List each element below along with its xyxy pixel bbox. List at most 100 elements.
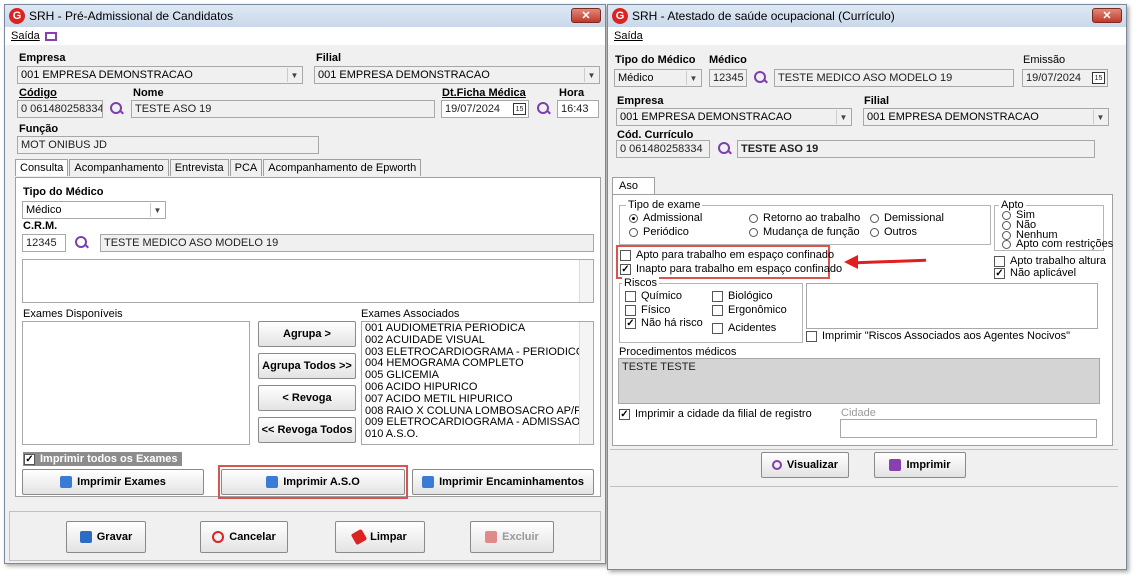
list-item[interactable]: 010 A.S.O. — [365, 428, 590, 441]
empresa-value: 001 EMPRESA DEMONSTRACAO — [620, 111, 792, 123]
revoga-button[interactable]: < Revoga — [258, 385, 356, 411]
calendar-icon[interactable]: 15 — [1092, 72, 1105, 84]
floppy-disk-icon — [79, 531, 92, 543]
window-title: SRH - Atestado de saúde ocupacional (Cur… — [632, 9, 895, 23]
menu-saida[interactable]: Saída — [614, 30, 643, 42]
close-button[interactable]: ✕ — [1092, 8, 1122, 23]
tab-epworth[interactable]: Acompanhamento de Epworth — [263, 159, 422, 176]
title-bar: G SRH - Pré-Admissional de Candidatos ✕ — [5, 5, 605, 27]
fisico-checkbox[interactable]: Físico — [625, 304, 670, 316]
biologico-checkbox[interactable]: Biológico — [712, 290, 773, 302]
search-icon[interactable] — [754, 71, 768, 85]
riscos-textarea[interactable] — [806, 283, 1098, 329]
agrupa-button[interactable]: Agrupa > — [258, 321, 356, 347]
imprimir-todos-checkbox[interactable]: ✓ Imprimir todos os Exames — [23, 452, 182, 466]
srh-logo-icon: G — [9, 8, 25, 24]
search-icon[interactable] — [718, 142, 732, 156]
hora-field[interactable]: 16:43 — [557, 100, 599, 118]
imprimir-aso-button[interactable]: Imprimir A.S.O — [221, 469, 405, 495]
apto-altura-checkbox[interactable]: Apto trabalho altura — [994, 255, 1106, 267]
search-icon[interactable] — [537, 102, 551, 116]
excluir-button[interactable]: Excluir — [470, 521, 554, 553]
limpar-button[interactable]: Limpar — [335, 521, 425, 553]
apto-confinado-checkbox[interactable]: Apto para trabalho em espaço confinado — [620, 249, 834, 261]
filial-select[interactable]: 001 EMPRESA DEMONSTRACAO ▼ — [863, 108, 1109, 126]
imprimir-encaminhamentos-button[interactable]: Imprimir Encaminhamentos — [412, 469, 594, 495]
crm-field[interactable]: 12345 — [22, 234, 66, 252]
dtficha-field[interactable]: 19/07/2024 15 — [441, 100, 529, 118]
radio-retorno[interactable]: Retorno ao trabalho — [749, 212, 860, 224]
radio-demissional[interactable]: Demissional — [870, 212, 944, 224]
tab-entrevista[interactable]: Entrevista — [169, 159, 229, 176]
revoga-todos-button[interactable]: << Revoga Todos — [258, 417, 356, 443]
procedimentos-label: Procedimentos médicos — [619, 346, 737, 358]
calendar-icon[interactable]: 15 — [513, 103, 526, 115]
list-item[interactable]: 007 ACIDO METIL HIPURICO — [365, 393, 590, 406]
exames-disponiveis-list[interactable] — [22, 321, 250, 445]
chevron-down-icon: ▼ — [287, 68, 301, 82]
empresa-select[interactable]: 001 EMPRESA DEMONSTRACAO ▼ — [616, 108, 852, 126]
chevron-down-icon: ▼ — [1093, 110, 1107, 124]
nao-ha-risco-checkbox[interactable]: ✓ Não há risco — [625, 317, 703, 329]
imprimir-todos-label: Imprimir todos os Exames — [40, 453, 178, 465]
tab-acompanhamento[interactable]: Acompanhamento — [69, 159, 169, 176]
tab-aso[interactable]: Aso — [612, 177, 655, 194]
visualizar-button[interactable]: Visualizar — [761, 452, 849, 478]
checkbox-icon — [994, 255, 1005, 267]
codigo-field[interactable]: 0 061480258334 — [17, 100, 103, 118]
search-icon[interactable] — [75, 236, 89, 250]
gravar-label: Gravar — [96, 531, 133, 543]
imprimir-cidade-checkbox[interactable]: ✓ Imprimir a cidade da filial de registro — [619, 408, 812, 420]
imprimir-button[interactable]: Imprimir — [874, 452, 966, 478]
radio-admissional[interactable]: Admissional — [629, 212, 702, 224]
menu-saida[interactable]: Saída — [11, 30, 40, 42]
nao-aplicavel-checkbox[interactable]: ✓ Não aplicável — [994, 267, 1076, 279]
acidentes-checkbox[interactable]: Acidentes — [712, 322, 776, 334]
cancelar-button[interactable]: Cancelar — [200, 521, 288, 553]
search-icon[interactable] — [110, 102, 124, 116]
list-item[interactable]: 002 ACUIDADE VISUAL — [365, 334, 590, 347]
apto-confinado-label: Apto para trabalho em espaço confinado — [636, 249, 835, 261]
imprimir-exames-button[interactable]: Imprimir Exames — [22, 469, 204, 495]
tipo-medico-select[interactable]: Médico ▼ — [614, 69, 702, 87]
check-icon: ✓ — [620, 263, 631, 275]
fisico-label: Físico — [641, 304, 671, 316]
scrollbar[interactable] — [579, 260, 593, 302]
nome-field[interactable]: TESTE ASO 19 — [131, 100, 435, 118]
close-button[interactable]: ✕ — [571, 8, 601, 23]
check-icon: ✓ — [994, 267, 1005, 279]
gravar-button[interactable]: Gravar — [66, 521, 146, 553]
quimico-checkbox[interactable]: Químico — [625, 290, 682, 302]
emissao-field[interactable]: 19/07/2024 15 — [1022, 69, 1108, 87]
imprimir-riscos-checkbox[interactable]: Imprimir "Riscos Associados aos Agentes … — [806, 330, 1070, 342]
cancel-icon — [212, 531, 225, 543]
radio-apto-restricoes[interactable]: Apto com restrições — [1002, 239, 1113, 250]
tab-consulta[interactable]: Consulta — [15, 159, 69, 176]
tipo-medico-select[interactable]: Médico ▼ — [22, 201, 166, 219]
filial-select[interactable]: 001 EMPRESA DEMONSTRACAO ▼ — [314, 66, 600, 84]
checkbox-icon — [712, 304, 723, 316]
radio-outros[interactable]: Outros — [870, 226, 917, 238]
ergonomico-checkbox[interactable]: Ergonômico — [712, 304, 787, 316]
radio-periodico-label: Periódico — [643, 226, 689, 238]
tipo-medico-value: Médico — [26, 204, 62, 216]
crm-field[interactable]: 12345 — [709, 69, 747, 87]
empresa-select[interactable]: 001 EMPRESA DEMONSTRACAO ▼ — [17, 66, 303, 84]
list-item[interactable]: 006 ACIDO HIPURICO — [365, 381, 590, 394]
exames-associados-list[interactable]: 001 AUDIOMETRIA PERIODICA 002 ACUIDADE V… — [361, 321, 594, 445]
scrollbar[interactable] — [579, 322, 593, 444]
cidade-field[interactable] — [840, 419, 1097, 438]
cod-curriculo-field[interactable]: 0 061480258334 — [616, 140, 710, 158]
monitor-icon[interactable] — [44, 31, 57, 41]
tab-bar: Consulta Acompanhamento Entrevista PCA A… — [15, 159, 422, 176]
filial-value: 001 EMPRESA DEMONSTRACAO — [318, 69, 490, 81]
inapto-confinado-checkbox[interactable]: ✓ Inapto para trabalho em espaço confinad… — [620, 263, 842, 275]
nao-ha-risco-label: Não há risco — [641, 317, 703, 329]
procedimentos-field[interactable]: TESTE TESTE — [618, 358, 1100, 404]
tab-pca[interactable]: PCA — [229, 159, 263, 176]
observacao-textarea[interactable] — [22, 259, 594, 303]
radio-periodico[interactable]: Periódico — [629, 226, 689, 238]
radio-mudanca[interactable]: Mudança de função — [749, 226, 860, 238]
checkbox-icon — [625, 290, 636, 302]
agrupa-todos-button[interactable]: Agrupa Todos >> — [258, 353, 356, 379]
